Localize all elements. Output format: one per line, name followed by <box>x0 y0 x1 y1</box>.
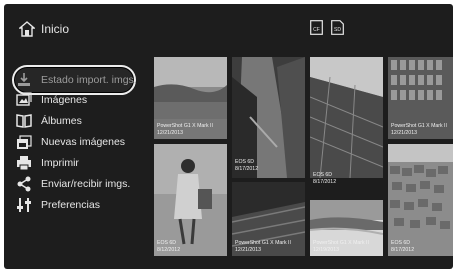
sidebar-item-albums[interactable]: Álbumes <box>16 111 144 131</box>
date-label: 8/17/2012 <box>391 246 415 253</box>
header-bar: Inicio CF SD <box>4 4 453 48</box>
home-icon[interactable] <box>19 21 35 37</box>
thumbnail[interactable] <box>310 57 383 178</box>
thumbnail[interactable]: EOS 6D 8/12/2012 <box>154 144 227 256</box>
date-label: 12/19/2013 <box>313 246 339 253</box>
date-label: 12/21/2013 <box>157 129 183 136</box>
sidebar-item-label: Imágenes <box>41 94 88 106</box>
sidebar-item-images[interactable]: Imágenes <box>16 90 144 110</box>
date-label: 8/17/2012 <box>235 165 259 172</box>
thumbnail-caption: EOS 6D 8/12/2012 <box>157 240 180 253</box>
camera-label: PowerShot G1 X Mark II <box>313 240 369 246</box>
date-label: 12/21/2013 <box>391 129 417 136</box>
thumbnail-caption: PowerShot G1 X Mark II 12/21/2013 <box>391 123 447 136</box>
cf-label: CF <box>313 27 320 33</box>
thumbnail-caption: PowerShot G1 X Mark II 12/21/2013 <box>157 123 213 136</box>
thumbnail[interactable]: PowerShot G1 X Mark II 12/21/2013 <box>232 182 305 256</box>
sidebar-item-label: Estado import. imgs. <box>41 74 137 86</box>
camera-label: PowerShot G1 X Mark II <box>235 240 291 246</box>
sidebar-item-label: Álbumes <box>41 115 82 127</box>
sidebar-item-label: Nuevas imágenes <box>41 136 126 148</box>
sd-label: SD <box>334 27 341 33</box>
date-label: 8/12/2012 <box>157 246 181 253</box>
thumbnail-caption: EOS 6D 8/17/2012 <box>313 172 336 185</box>
sidebar-item-preferences[interactable]: Preferencias <box>16 195 144 215</box>
thumbnail[interactable]: EOS 6D 8/17/2012 <box>388 144 453 256</box>
sidebar-item-new-images[interactable]: Nuevas imágenes <box>16 132 144 152</box>
date-label: 12/21/2013 <box>235 246 261 253</box>
thumbnail[interactable]: PowerShot G1 X Mark II 12/19/2013 <box>310 200 383 256</box>
import-status-icon <box>18 73 30 86</box>
images-icon <box>16 92 32 106</box>
sd-card-sd-icon[interactable]: SD <box>331 20 344 35</box>
camera-label: PowerShot G1 X Mark II <box>391 123 447 129</box>
thumbnail-caption: PowerShot G1 X Mark II 12/19/2013 <box>313 240 369 253</box>
sd-card-cf-icon[interactable]: CF <box>310 20 323 35</box>
sidebar-item-print[interactable]: Imprimir <box>16 153 144 173</box>
thumbnail-caption: EOS 6D 8/17/2012 <box>235 159 258 172</box>
new-images-icon <box>17 135 32 149</box>
sidebar-item-label: Enviar/recibir imgs. <box>41 178 131 190</box>
thumbnail[interactable]: PowerShot G1 X Mark II 12/21/2013 <box>388 57 453 139</box>
thumbnail-caption: PowerShot G1 X Mark II 12/21/2013 <box>235 240 291 253</box>
photo-tiles <box>310 57 383 178</box>
date-label: 8/17/2012 <box>313 178 337 185</box>
app-window: Inicio CF SD Estado import. imgs. Imágen… <box>4 4 453 269</box>
sidebar-item-label: Imprimir <box>41 157 79 169</box>
preferences-icon <box>17 198 31 212</box>
printer-icon <box>17 156 31 171</box>
thumbnail[interactable]: PowerShot G1 X Mark II 12/21/2013 <box>154 57 227 139</box>
page-title: Inicio <box>41 22 70 36</box>
share-icon <box>17 176 31 192</box>
albums-icon <box>16 114 32 128</box>
thumbnail-caption: EOS 6D 8/17/2012 <box>391 240 414 253</box>
sidebar-item-import-status[interactable]: Estado import. imgs. <box>16 70 144 90</box>
sidebar-item-send-receive[interactable]: Enviar/recibir imgs. <box>16 174 144 194</box>
sidebar-item-label: Preferencias <box>41 199 100 211</box>
camera-label: PowerShot G1 X Mark II <box>157 123 213 129</box>
